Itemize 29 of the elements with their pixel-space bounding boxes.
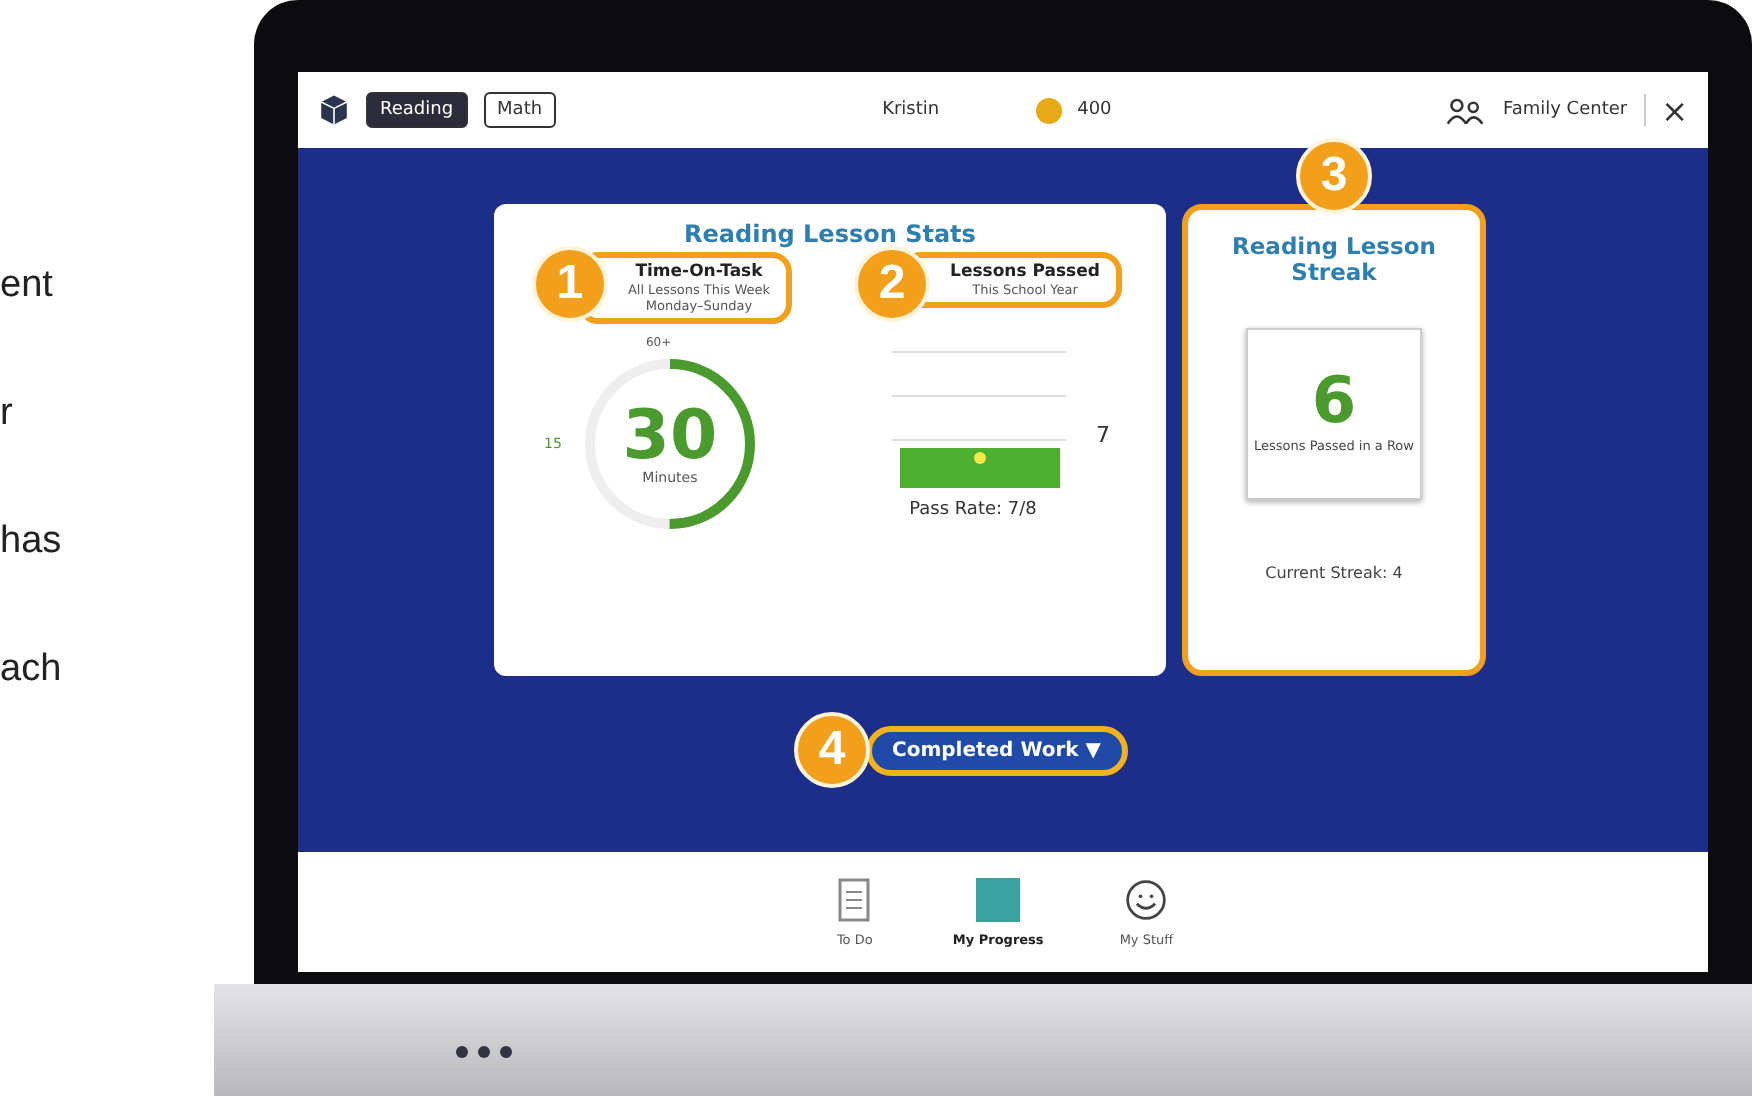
subject-tab[interactable]: Reading [366, 92, 468, 128]
body-text: ach [0, 648, 64, 692]
cube-icon [318, 94, 350, 126]
streak-value: 6 [1311, 368, 1357, 433]
smiley-icon [1124, 876, 1169, 924]
number-badge: 2 [854, 246, 931, 322]
bar-value: 7 [1096, 422, 1110, 448]
label-title: Time-On-Task [635, 262, 763, 282]
coin-count: 400 [1077, 100, 1112, 120]
card-title: Reading Lesson Stats [682, 220, 978, 248]
number-badge: 4 [794, 712, 870, 788]
coin-icon [1035, 97, 1062, 123]
completed-work-dropdown[interactable]: Completed Work ▼ [866, 725, 1127, 775]
minutes-value: 30 [622, 402, 718, 470]
number-badge: 1 [531, 246, 608, 322]
family-center-link[interactable]: Family Center [1502, 100, 1628, 120]
subject-tab[interactable]: Math [483, 92, 557, 128]
card-title: Reading Lesson Streak [1230, 234, 1438, 285]
close-button[interactable]: × [1661, 91, 1688, 129]
number-badge: 3 [1296, 138, 1372, 214]
student-name: Kristin [882, 100, 940, 120]
people-icon [1446, 95, 1487, 125]
body-text: ent [0, 264, 55, 308]
current-streak: Current Streak: 4 [1265, 564, 1403, 583]
pass-rate: Pass Rate: 7/8 [909, 500, 1037, 520]
body-text: has [0, 520, 64, 564]
body-text: r [0, 392, 15, 436]
dots-icon [454, 1044, 514, 1060]
label-title: Lessons Passed [950, 262, 1100, 282]
